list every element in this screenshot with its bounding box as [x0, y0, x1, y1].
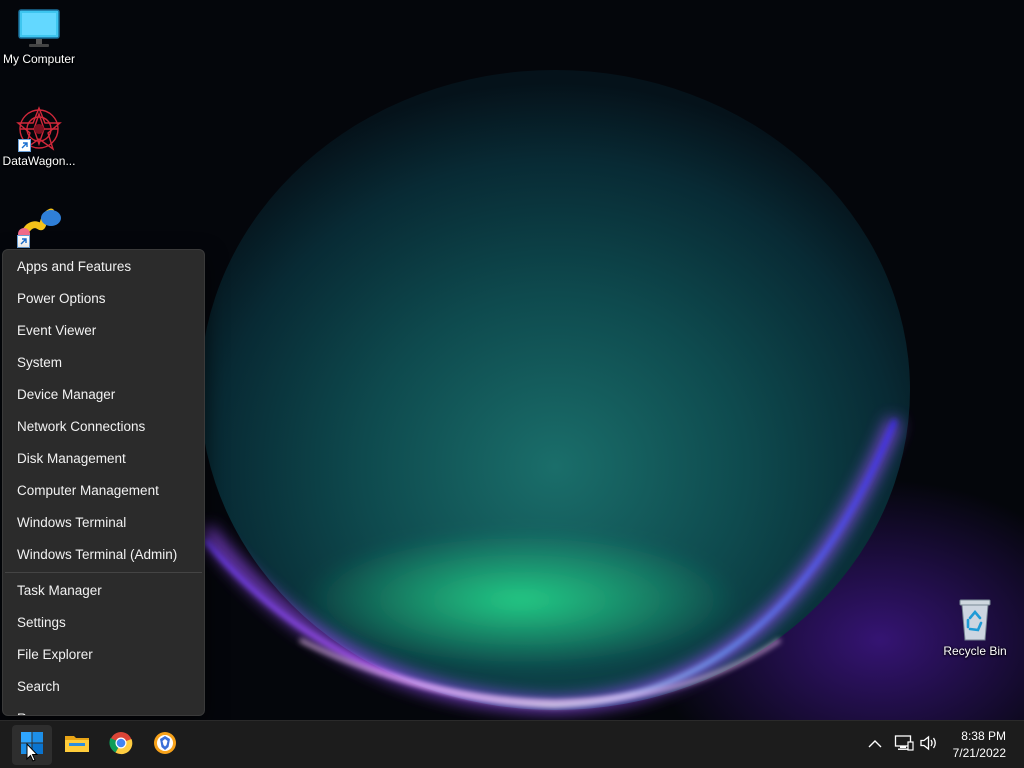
menu-item-event-viewer[interactable]: Event Viewer	[3, 315, 204, 347]
menu-item-apps-and-features[interactable]: Apps and Features	[3, 251, 204, 283]
menu-item-file-explorer[interactable]: File Explorer	[3, 639, 204, 671]
menu-item-run[interactable]: Run	[3, 703, 204, 715]
menu-item-windows-terminal[interactable]: Windows Terminal	[3, 507, 204, 539]
app-shortcut-icon	[15, 204, 63, 248]
taskbar-brave-button[interactable]	[145, 725, 185, 765]
tray-network-button[interactable]	[892, 729, 916, 761]
menu-item-settings[interactable]: Settings	[3, 607, 204, 639]
clock-time: 8:38 PM	[961, 729, 1006, 743]
desktop-icon-label: My Computer	[2, 52, 76, 66]
tray-volume-button[interactable]	[918, 729, 940, 761]
taskbar-chrome-button[interactable]	[101, 725, 141, 765]
tray-overflow-button[interactable]	[864, 729, 886, 761]
menu-item-computer-management[interactable]: Computer Management	[3, 475, 204, 507]
menu-item-network-connections[interactable]: Network Connections	[3, 411, 204, 443]
shortcut-arrow-icon	[18, 139, 31, 152]
menu-item-device-manager[interactable]: Device Manager	[3, 379, 204, 411]
menu-item-system[interactable]: System	[3, 347, 204, 379]
network-icon	[894, 734, 914, 757]
brave-browser-icon	[153, 731, 177, 760]
taskbar: 8:38 PM 7/21/2022	[0, 720, 1024, 768]
menu-item-power-options[interactable]: Power Options	[3, 283, 204, 315]
monitor-icon	[17, 8, 61, 50]
chrome-icon	[109, 731, 133, 760]
clock-date: 7/21/2022	[952, 746, 1006, 760]
taskbar-clock[interactable]: 8:38 PM 7/21/2022	[953, 728, 1006, 762]
menu-item-windows-terminal-admin[interactable]: Windows Terminal (Admin)	[3, 539, 204, 571]
datawagon-logo-icon	[16, 106, 62, 152]
desktop-icon-label: Recycle Bin	[943, 644, 1007, 658]
desktop: My Computer DataWagon... Recycle Bin App…	[0, 0, 1024, 768]
desktop-icon-my-computer[interactable]: My Computer	[0, 8, 78, 66]
desktop-icon-datawagon[interactable]: DataWagon...	[0, 106, 78, 168]
file-explorer-icon	[64, 732, 90, 759]
menu-item-task-manager[interactable]: Task Manager	[3, 575, 204, 607]
menu-separator	[5, 572, 202, 573]
menu-item-search[interactable]: Search	[3, 671, 204, 703]
quick-link-menu: Apps and Features Power Options Event Vi…	[2, 249, 205, 716]
desktop-icon-label: DataWagon...	[2, 154, 76, 168]
taskbar-file-explorer-button[interactable]	[57, 725, 97, 765]
mouse-cursor-icon	[26, 743, 38, 762]
recycle-bin-icon	[955, 596, 995, 642]
shortcut-arrow-icon	[17, 235, 30, 248]
chevron-up-icon	[868, 736, 882, 754]
desktop-icon-recycle-bin[interactable]: Recycle Bin	[936, 596, 1014, 658]
volume-icon	[919, 734, 939, 757]
desktop-icon-app-shortcut[interactable]	[0, 204, 78, 248]
menu-item-disk-management[interactable]: Disk Management	[3, 443, 204, 475]
